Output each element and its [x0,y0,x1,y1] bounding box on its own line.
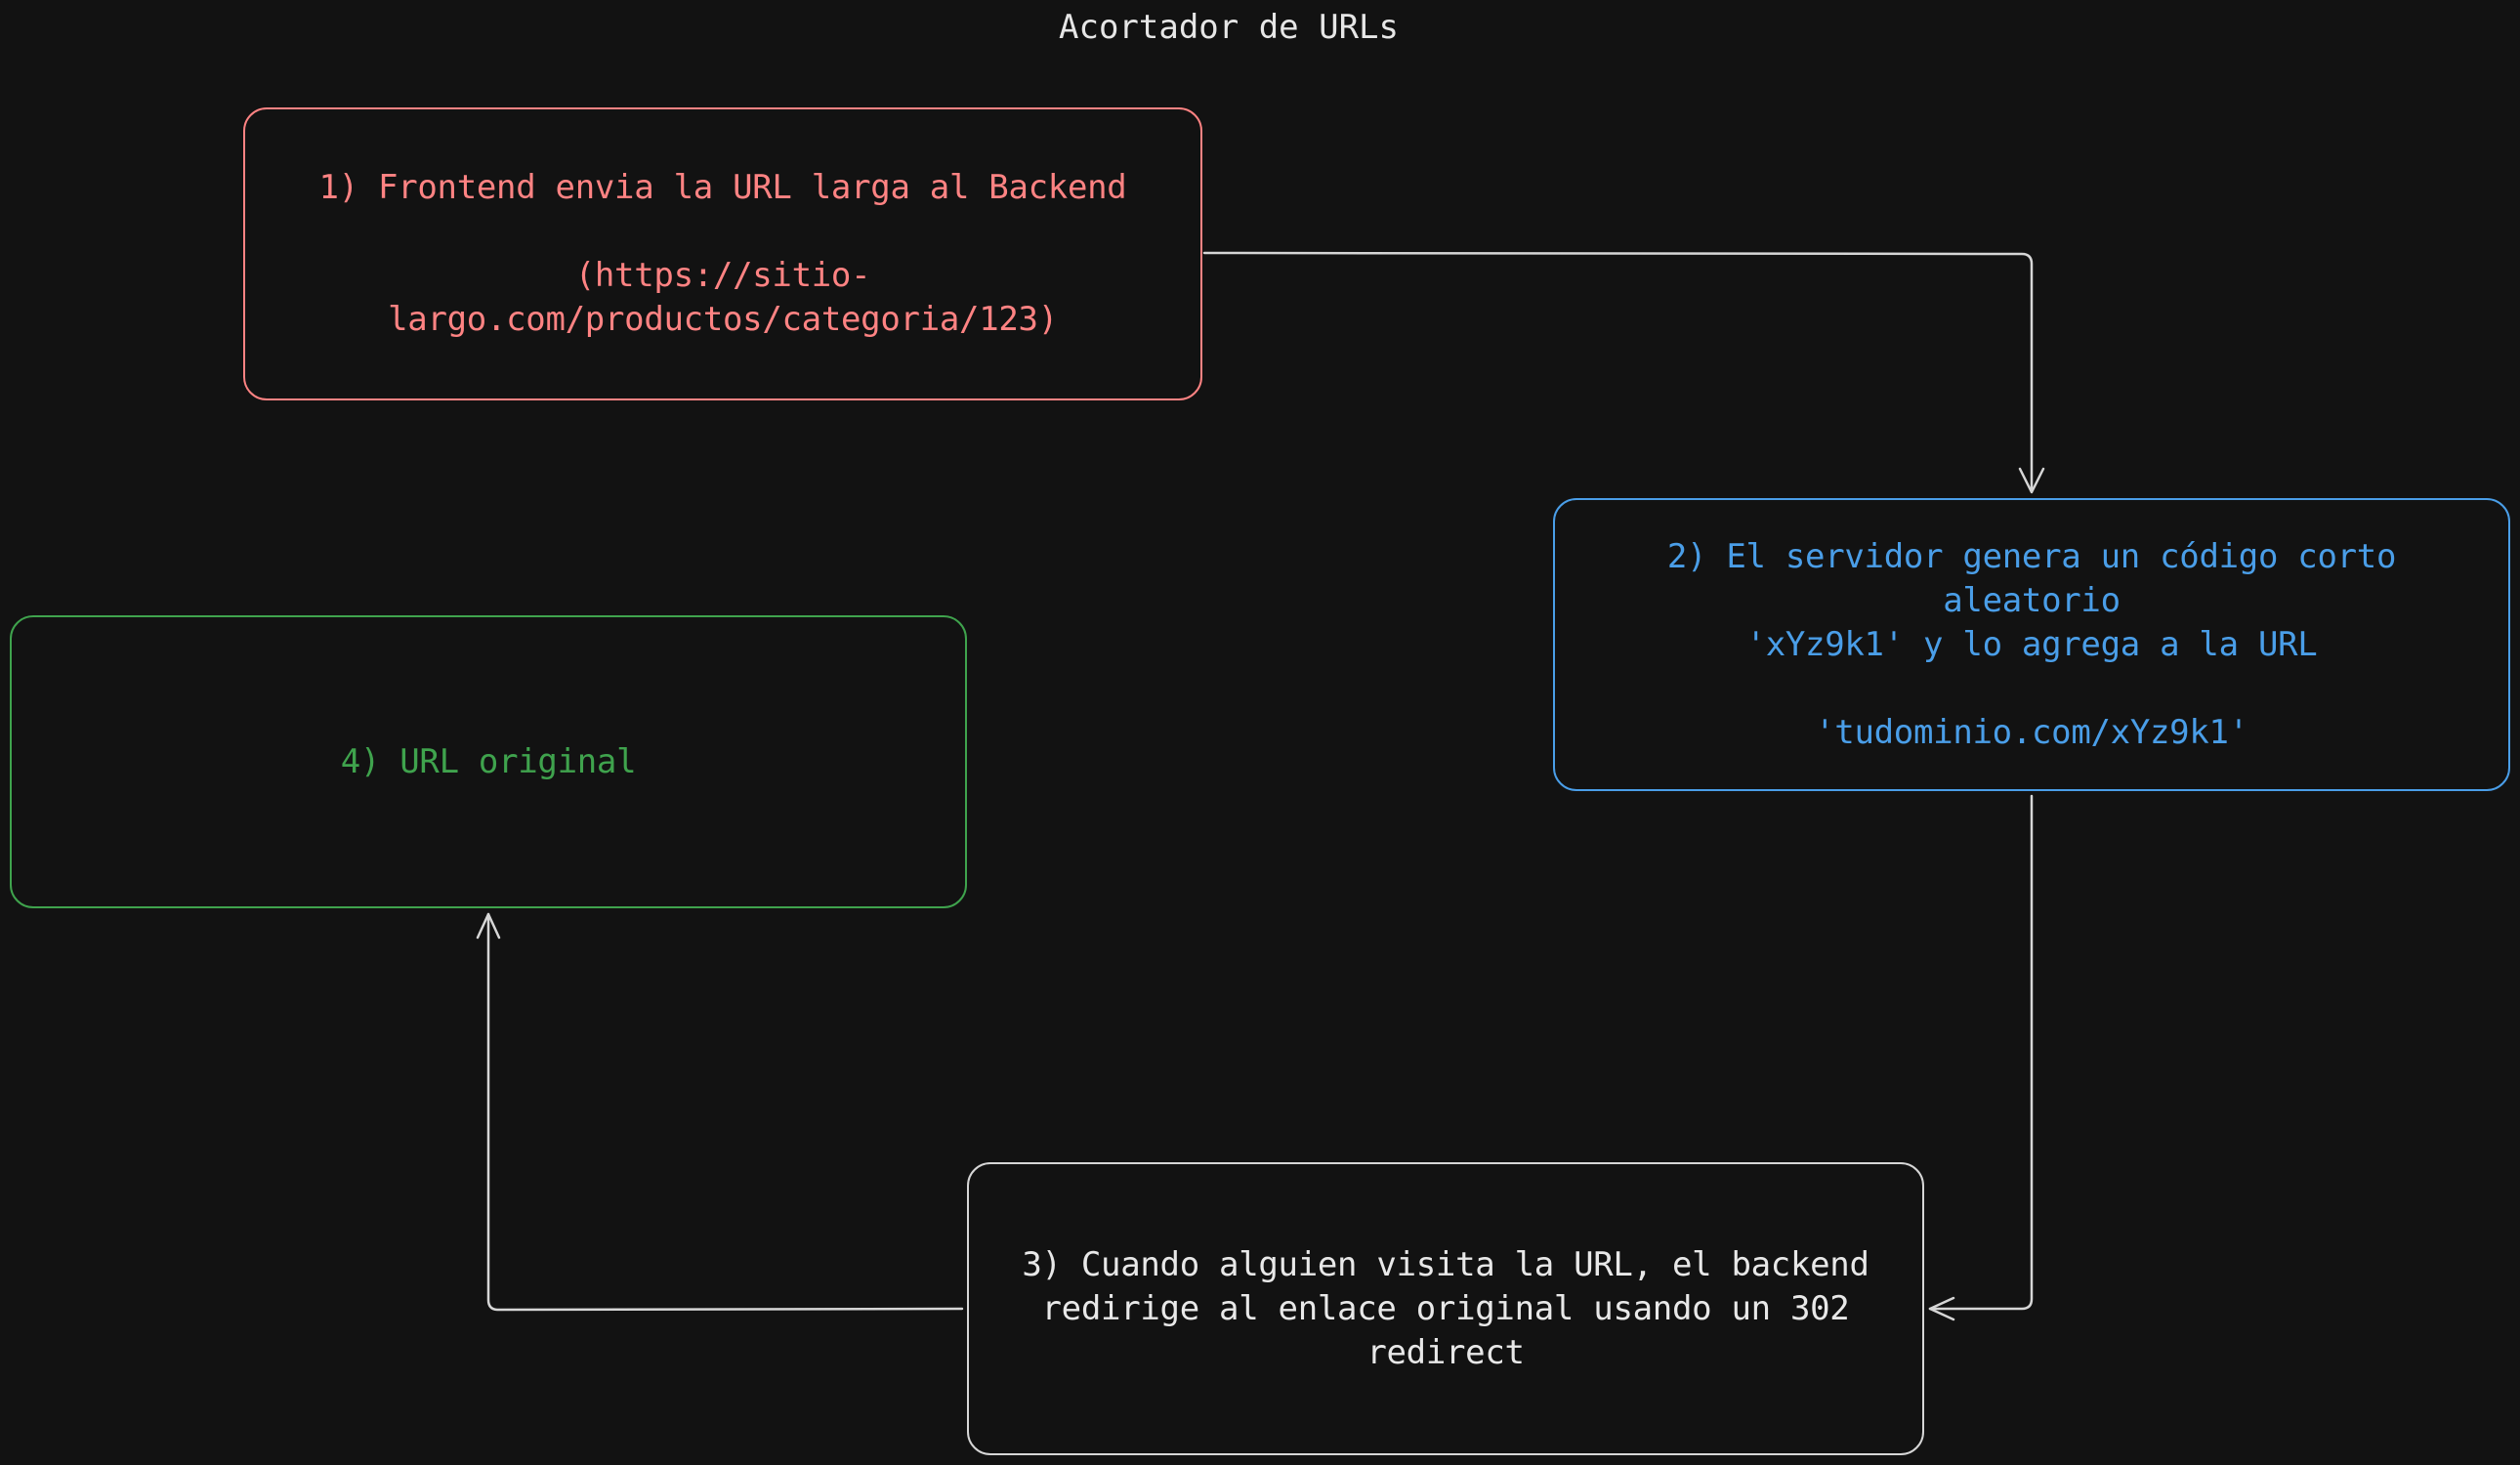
step1-text: 1) Frontend envia la URL larga al Backen… [318,168,1127,339]
step4-text: 4) URL original [340,741,637,781]
step1-frontend-box: 1) Frontend envia la URL larga al Backen… [243,107,1202,400]
step3-redirect-box: 3) Cuando alguien visita la URL, el back… [967,1162,1924,1455]
step3-text: 3) Cuando alguien visita la URL, el back… [1022,1244,1869,1372]
arrow-step1-to-step2 [1202,251,2045,494]
step4-original-url-box: 4) URL original [10,615,967,908]
diagram-canvas: Acortador de URLs 1) Frontend envia la U… [0,0,2520,1465]
arrow-step3-to-step4 [476,912,964,1312]
arrow-step2-to-step3 [1928,794,2034,1321]
step2-text: 2) El servidor genera un código corto al… [1666,536,2397,752]
step2-server-box: 2) El servidor genera un código corto al… [1553,498,2510,791]
